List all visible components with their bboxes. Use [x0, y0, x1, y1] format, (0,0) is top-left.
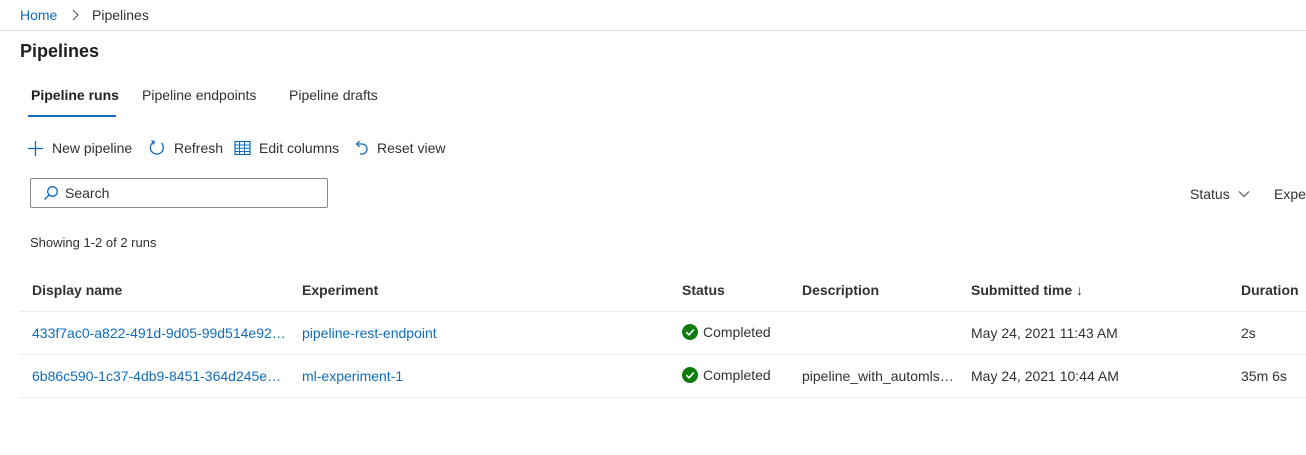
- experiment-filter-label: Exper: [1274, 186, 1306, 202]
- chevron-down-icon: [1238, 191, 1250, 198]
- column-header-experiment[interactable]: Experiment: [302, 282, 378, 298]
- tab-pipeline-runs[interactable]: Pipeline runs: [31, 87, 119, 117]
- experiment-link[interactable]: ml-experiment-1: [302, 368, 602, 384]
- experiment-link[interactable]: pipeline-rest-endpoint: [302, 325, 602, 341]
- row-divider: [20, 354, 1306, 355]
- table-grid-icon: [234, 140, 251, 156]
- display-name-link[interactable]: 6b86c590-1c37-4db9-8451-364d245ea2...: [32, 368, 288, 384]
- display-name-link[interactable]: 433f7ac0-a822-491d-9d05-99d514e926...: [32, 325, 288, 341]
- check-circle-icon: [682, 324, 698, 340]
- edit-columns-label: Edit columns: [259, 140, 340, 156]
- column-header-submitted-time[interactable]: Submitted time ↓: [971, 282, 1083, 298]
- experiment-filter-dropdown[interactable]: Exper: [1274, 186, 1306, 202]
- plus-icon: [28, 140, 43, 156]
- search-icon: [44, 186, 58, 200]
- check-circle-icon: [682, 367, 698, 383]
- column-header-display-name[interactable]: Display name: [32, 282, 122, 298]
- submitted-time-cell: May 24, 2021 10:44 AM: [971, 368, 1119, 384]
- refresh-label: Refresh: [174, 140, 224, 156]
- edit-columns-button[interactable]: Edit columns: [234, 138, 339, 158]
- submitted-time-cell: May 24, 2021 11:43 AM: [971, 325, 1118, 341]
- reset-view-label: Reset view: [377, 140, 446, 156]
- column-header-description[interactable]: Description: [802, 282, 879, 298]
- refresh-button[interactable]: Refresh: [148, 138, 223, 158]
- duration-cell: 2s: [1241, 325, 1256, 341]
- results-count: Showing 1-2 of 2 runs: [30, 235, 157, 250]
- search-box[interactable]: [30, 178, 328, 208]
- new-pipeline-label: New pipeline: [52, 140, 133, 156]
- breadcrumb-home-link[interactable]: Home: [20, 7, 57, 23]
- status-filter-label: Status: [1190, 186, 1230, 202]
- breadcrumb: Home Pipelines: [0, 0, 1306, 31]
- column-header-duration[interactable]: Duration: [1241, 282, 1299, 298]
- breadcrumb-current: Pipelines: [92, 7, 149, 23]
- status-cell: Completed: [682, 367, 792, 383]
- row-divider: [20, 397, 1306, 398]
- undo-icon: [355, 140, 368, 155]
- page-title: Pipelines: [20, 41, 100, 61]
- refresh-icon: [149, 139, 164, 155]
- reset-view-button[interactable]: Reset view: [353, 138, 445, 158]
- status-filter-dropdown[interactable]: Status: [1190, 186, 1250, 202]
- header-divider: [20, 311, 1306, 312]
- tab-pipeline-endpoints[interactable]: Pipeline endpoints: [142, 87, 256, 117]
- new-pipeline-button[interactable]: New pipeline: [27, 138, 132, 158]
- status-label: Completed: [703, 367, 771, 383]
- active-tab-indicator: [28, 115, 116, 117]
- column-header-status[interactable]: Status: [682, 282, 725, 298]
- tab-pipeline-drafts[interactable]: Pipeline drafts: [289, 87, 378, 117]
- status-label: Completed: [703, 324, 771, 340]
- chevron-right-icon: [72, 9, 79, 21]
- duration-cell: 35m 6s: [1241, 368, 1287, 384]
- status-cell: Completed: [682, 324, 792, 340]
- search-input[interactable]: [65, 185, 305, 201]
- description-cell: pipeline_with_automlst...: [802, 368, 954, 384]
